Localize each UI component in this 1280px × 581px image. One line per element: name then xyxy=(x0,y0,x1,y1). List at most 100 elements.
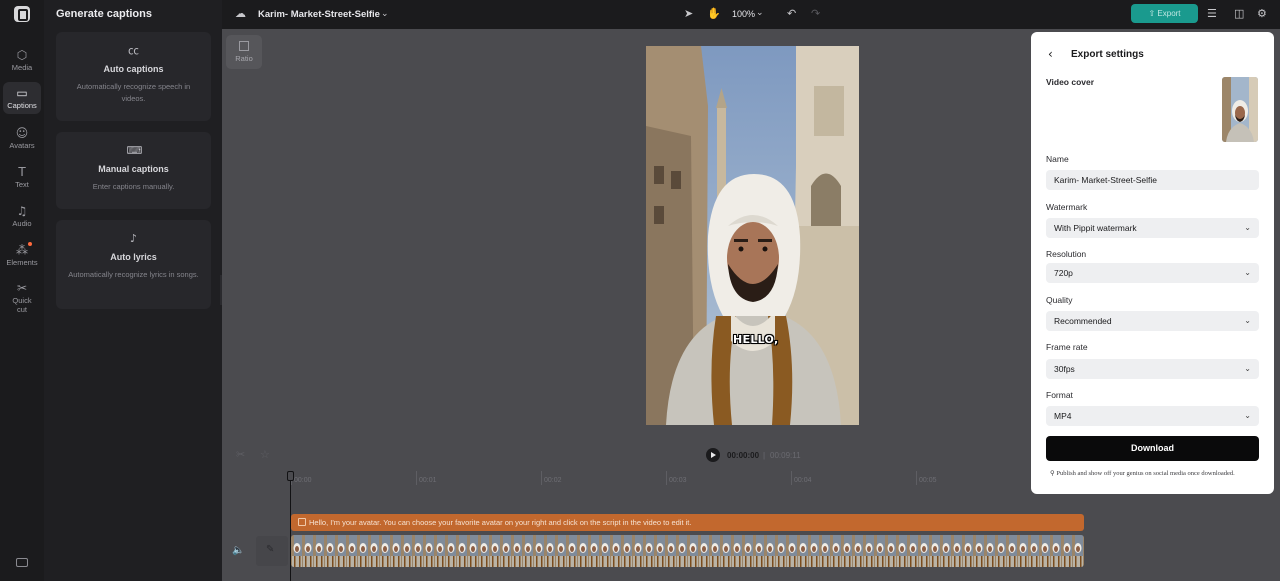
frame-rate-label: Frame rate xyxy=(1046,342,1088,352)
text-icon: T xyxy=(18,164,26,179)
rail-item-audio[interactable]: ♫ Audio xyxy=(3,200,41,232)
watermark-value: With Pippit watermark xyxy=(1054,223,1137,233)
format-select[interactable]: MP4 ⌄ xyxy=(1046,406,1259,426)
play-button[interactable] xyxy=(706,448,720,462)
settings-gear-icon[interactable]: ⚙ xyxy=(1257,7,1267,21)
quick-cut-icon: ✂ xyxy=(16,281,28,295)
tick-label: 00:05 xyxy=(919,477,937,484)
chevron-down-icon: ⌄ xyxy=(1244,268,1251,277)
keyboard-shortcuts-icon[interactable] xyxy=(16,558,28,567)
video-preview[interactable] xyxy=(646,46,859,425)
chevron-down-icon: ⌄ xyxy=(1244,364,1251,373)
hand-pan-icon[interactable]: ✋ xyxy=(707,7,721,21)
favorite-icon[interactable]: ☆ xyxy=(260,448,270,461)
export-label: Export xyxy=(1157,9,1181,18)
edit-cover-button[interactable]: ✎ xyxy=(256,536,288,566)
caption-track-icon xyxy=(298,518,306,526)
name-input-value: Karim- Market-Street-Selfie xyxy=(1054,175,1157,185)
format-value: MP4 xyxy=(1054,411,1072,421)
ratio-icon xyxy=(239,41,249,51)
watermark-label: Watermark xyxy=(1046,202,1088,212)
split-icon[interactable]: ✂ xyxy=(236,448,245,461)
rail-item-label: Text xyxy=(15,179,29,189)
quality-value: Recommended xyxy=(1054,316,1112,326)
rail-item-label: Avatars xyxy=(9,140,35,150)
video-track-clip[interactable] xyxy=(291,535,1084,567)
lyrics-icon: ♪ xyxy=(129,232,138,245)
resolution-label: Resolution xyxy=(1046,249,1087,259)
export-settings-panel: ‹ Export settings Video cover Name Karim… xyxy=(1031,32,1274,494)
export-settings-title: Export settings xyxy=(1071,49,1144,60)
rail-item-text[interactable]: T Text xyxy=(3,161,41,193)
total-time: 00:09:11 xyxy=(770,451,801,460)
cc-icon: ㏄ xyxy=(128,44,139,57)
rail-item-captions[interactable]: ▭ Captions xyxy=(3,82,41,114)
zoom-chevron-icon[interactable]: ⌄ xyxy=(756,6,764,20)
time-separator: | xyxy=(763,451,766,460)
playhead-handle[interactable] xyxy=(287,471,294,481)
watermark-select[interactable]: With Pippit watermark ⌄ xyxy=(1046,218,1259,238)
tick-label: 00:04 xyxy=(794,477,812,484)
panel-title: Generate captions xyxy=(56,8,152,20)
select-pointer-icon[interactable]: ➤ xyxy=(684,7,693,21)
audio-icon: ♫ xyxy=(16,203,28,218)
card-description: Enter captions manually. xyxy=(92,182,175,191)
mute-icon[interactable]: 🔈 xyxy=(232,545,244,556)
rail-item-media[interactable]: ⬡ Media xyxy=(3,44,41,76)
rail-item-label: Media xyxy=(11,62,33,72)
captions-panel: Generate captions ㏄ Auto captions Automa… xyxy=(44,0,226,581)
video-thumbnails xyxy=(291,535,1084,567)
publish-note-text: Publish and show off your genius on soci… xyxy=(1056,470,1235,477)
video-cover-label: Video cover xyxy=(1046,77,1095,87)
playhead-line[interactable] xyxy=(290,471,291,581)
ratio-button[interactable]: Ratio xyxy=(226,35,262,69)
rail-item-quick-cut[interactable]: ✂ Quick cut xyxy=(3,280,41,316)
chevron-down-icon: ⌄ xyxy=(1244,316,1251,325)
app-logo[interactable] xyxy=(14,6,30,22)
card-description: Automatically recognize lyrics in songs. xyxy=(68,270,199,279)
layers-icon[interactable]: ☰ xyxy=(1207,7,1217,21)
card-description: Automatically recognize speech in videos… xyxy=(76,82,191,103)
project-name[interactable]: Karim- Market-Street-Selfie xyxy=(258,9,380,20)
publish-note: ⚲ Publish and show off your genius on so… xyxy=(1050,469,1235,477)
pencil-icon: ✎ xyxy=(266,544,275,555)
frame-rate-value: 30fps xyxy=(1054,364,1075,374)
caption-track-clip[interactable]: Hello, I'm your avatar. You can choose y… xyxy=(291,514,1084,531)
ratio-label: Ratio xyxy=(235,54,253,63)
timeline-tick xyxy=(791,471,792,485)
tick-label: 00:01 xyxy=(419,477,437,484)
auto-captions-card[interactable]: ㏄ Auto captions Automatically recognize … xyxy=(56,32,211,121)
format-label: Format xyxy=(1046,390,1073,400)
top-bar: ☁ Karim- Market-Street-Selfie ⌄ ➤ ✋ 100%… xyxy=(222,0,1280,29)
quality-select[interactable]: Recommended ⌄ xyxy=(1046,311,1259,331)
chevron-down-icon[interactable]: ⌄ xyxy=(381,7,389,21)
rail-item-avatars[interactable]: ☺ Avatars xyxy=(3,122,41,154)
video-frame-image xyxy=(646,46,859,425)
manual-captions-card[interactable]: ⌨ Manual captions Enter captions manuall… xyxy=(56,132,211,209)
elements-icon: ⁂ xyxy=(16,242,28,257)
export-button[interactable]: ⇧ Export xyxy=(1131,4,1198,23)
rail-item-label: Elements xyxy=(6,257,38,267)
name-input[interactable]: Karim- Market-Street-Selfie xyxy=(1046,170,1259,190)
frame-rate-select[interactable]: 30fps ⌄ xyxy=(1046,359,1259,379)
notification-dot xyxy=(28,242,32,246)
avatar-icon: ☺ xyxy=(15,125,29,140)
resolution-select[interactable]: 720p ⌄ xyxy=(1046,263,1259,283)
upload-icon: ⇧ xyxy=(1148,9,1156,18)
redo-icon[interactable]: ↷ xyxy=(811,7,820,21)
rail-item-elements[interactable]: ⁂ Elements xyxy=(3,239,41,271)
back-arrow-icon[interactable]: ‹ xyxy=(1048,47,1053,61)
timeline-tick xyxy=(541,471,542,485)
layout-panel-icon[interactable]: ◫ xyxy=(1234,7,1244,21)
timeline-tick xyxy=(916,471,917,485)
zoom-level[interactable]: 100% xyxy=(732,9,755,19)
keyboard-icon: ⌨ xyxy=(126,144,143,157)
media-icon: ⬡ xyxy=(16,47,28,62)
download-button[interactable]: Download xyxy=(1046,436,1259,461)
video-cover-thumbnail[interactable] xyxy=(1222,77,1258,142)
cloud-sync-icon[interactable]: ☁ xyxy=(235,7,246,21)
caption-track-text: Hello, I'm your avatar. You can choose y… xyxy=(309,518,692,527)
undo-icon[interactable]: ↶ xyxy=(787,7,796,21)
auto-lyrics-card[interactable]: ♪ Auto lyrics Automatically recognize ly… xyxy=(56,220,211,309)
video-subtitle-overlay[interactable]: HELLO, xyxy=(733,333,778,346)
